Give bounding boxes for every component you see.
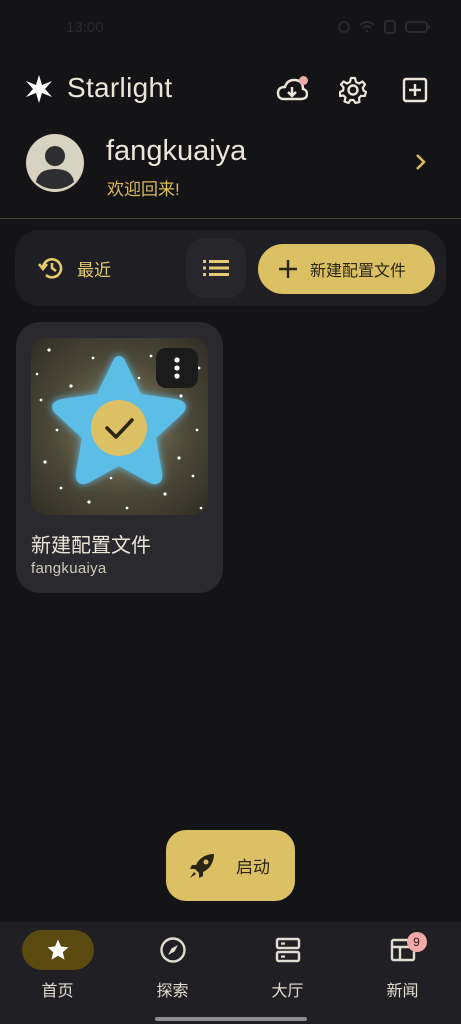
nav-explore-icon-wrap xyxy=(137,930,209,970)
profile-toolbar: 最近 新建配置文件 xyxy=(15,230,446,306)
recent-sort-button[interactable]: 最近 xyxy=(37,252,111,284)
avatar[interactable] xyxy=(26,134,84,192)
sparkle-logo-icon xyxy=(26,75,52,103)
star-icon xyxy=(47,939,68,960)
signal-icon xyxy=(338,21,350,33)
nav-home-label: 首页 xyxy=(41,983,74,1000)
settings-button[interactable] xyxy=(335,72,371,108)
server-icon xyxy=(275,937,300,963)
notification-dot xyxy=(299,76,308,85)
app-header: Starlight xyxy=(0,62,461,116)
rocket-icon xyxy=(190,853,214,878)
user-name: fangkuaiya xyxy=(106,135,247,167)
nav-news-icon-wrap: 9 xyxy=(367,930,439,970)
chevron-right-icon[interactable] xyxy=(414,152,428,172)
sim-icon xyxy=(384,20,396,34)
wifi-icon xyxy=(359,21,375,32)
list-view-button[interactable] xyxy=(186,238,246,298)
home-indicator[interactable] xyxy=(155,1017,307,1021)
profile-image xyxy=(31,338,208,515)
nav-home-indicator xyxy=(21,930,94,970)
gear-icon xyxy=(339,76,367,104)
new-profile-button[interactable]: 新建配置文件 xyxy=(258,244,435,294)
nav-home[interactable]: 首页 xyxy=(0,930,115,1004)
status-time: 13:00 xyxy=(66,19,104,36)
status-icons xyxy=(337,20,431,34)
nav-explore[interactable]: 探索 xyxy=(115,930,230,1004)
app-title: Starlight xyxy=(67,72,173,103)
nav-lobby-icon-wrap xyxy=(252,930,324,970)
news-badge: 9 xyxy=(406,932,427,952)
add-button[interactable] xyxy=(397,72,433,108)
compass-icon xyxy=(159,937,186,963)
history-icon xyxy=(37,258,63,279)
profile-title: 新建配置文件 xyxy=(31,535,151,557)
launch-button[interactable]: 启动 xyxy=(166,830,295,901)
recent-label: 最近 xyxy=(77,260,111,280)
welcome-text: 欢迎回来! xyxy=(107,180,180,199)
nav-lobby[interactable]: 大厅 xyxy=(230,930,345,1004)
new-profile-label: 新建配置文件 xyxy=(310,263,407,280)
person-icon xyxy=(36,146,74,189)
more-vert-icon xyxy=(174,357,180,379)
battery-icon xyxy=(405,21,430,33)
plus-icon xyxy=(279,260,297,278)
user-row[interactable]: fangkuaiya 欢迎回来! xyxy=(0,130,461,200)
status-bar: 13:00 xyxy=(0,0,461,58)
nav-lobby-label: 大厅 xyxy=(271,983,304,1000)
launch-label: 启动 xyxy=(236,858,270,877)
cloud-download-button[interactable] xyxy=(274,72,310,108)
nav-explore-label: 探索 xyxy=(156,983,189,1000)
nav-news[interactable]: 9 新闻 xyxy=(345,930,460,1004)
add-box-icon xyxy=(402,77,428,103)
nav-news-label: 新闻 xyxy=(386,983,419,1000)
divider xyxy=(0,218,461,219)
more-options-button[interactable] xyxy=(156,348,198,388)
profile-card[interactable]: 新建配置文件 fangkuaiya xyxy=(16,322,223,593)
profile-author: fangkuaiya xyxy=(31,560,107,577)
list-icon xyxy=(203,260,229,276)
bottom-navigation: 首页 探索 大厅 9 新闻 xyxy=(0,922,461,1024)
